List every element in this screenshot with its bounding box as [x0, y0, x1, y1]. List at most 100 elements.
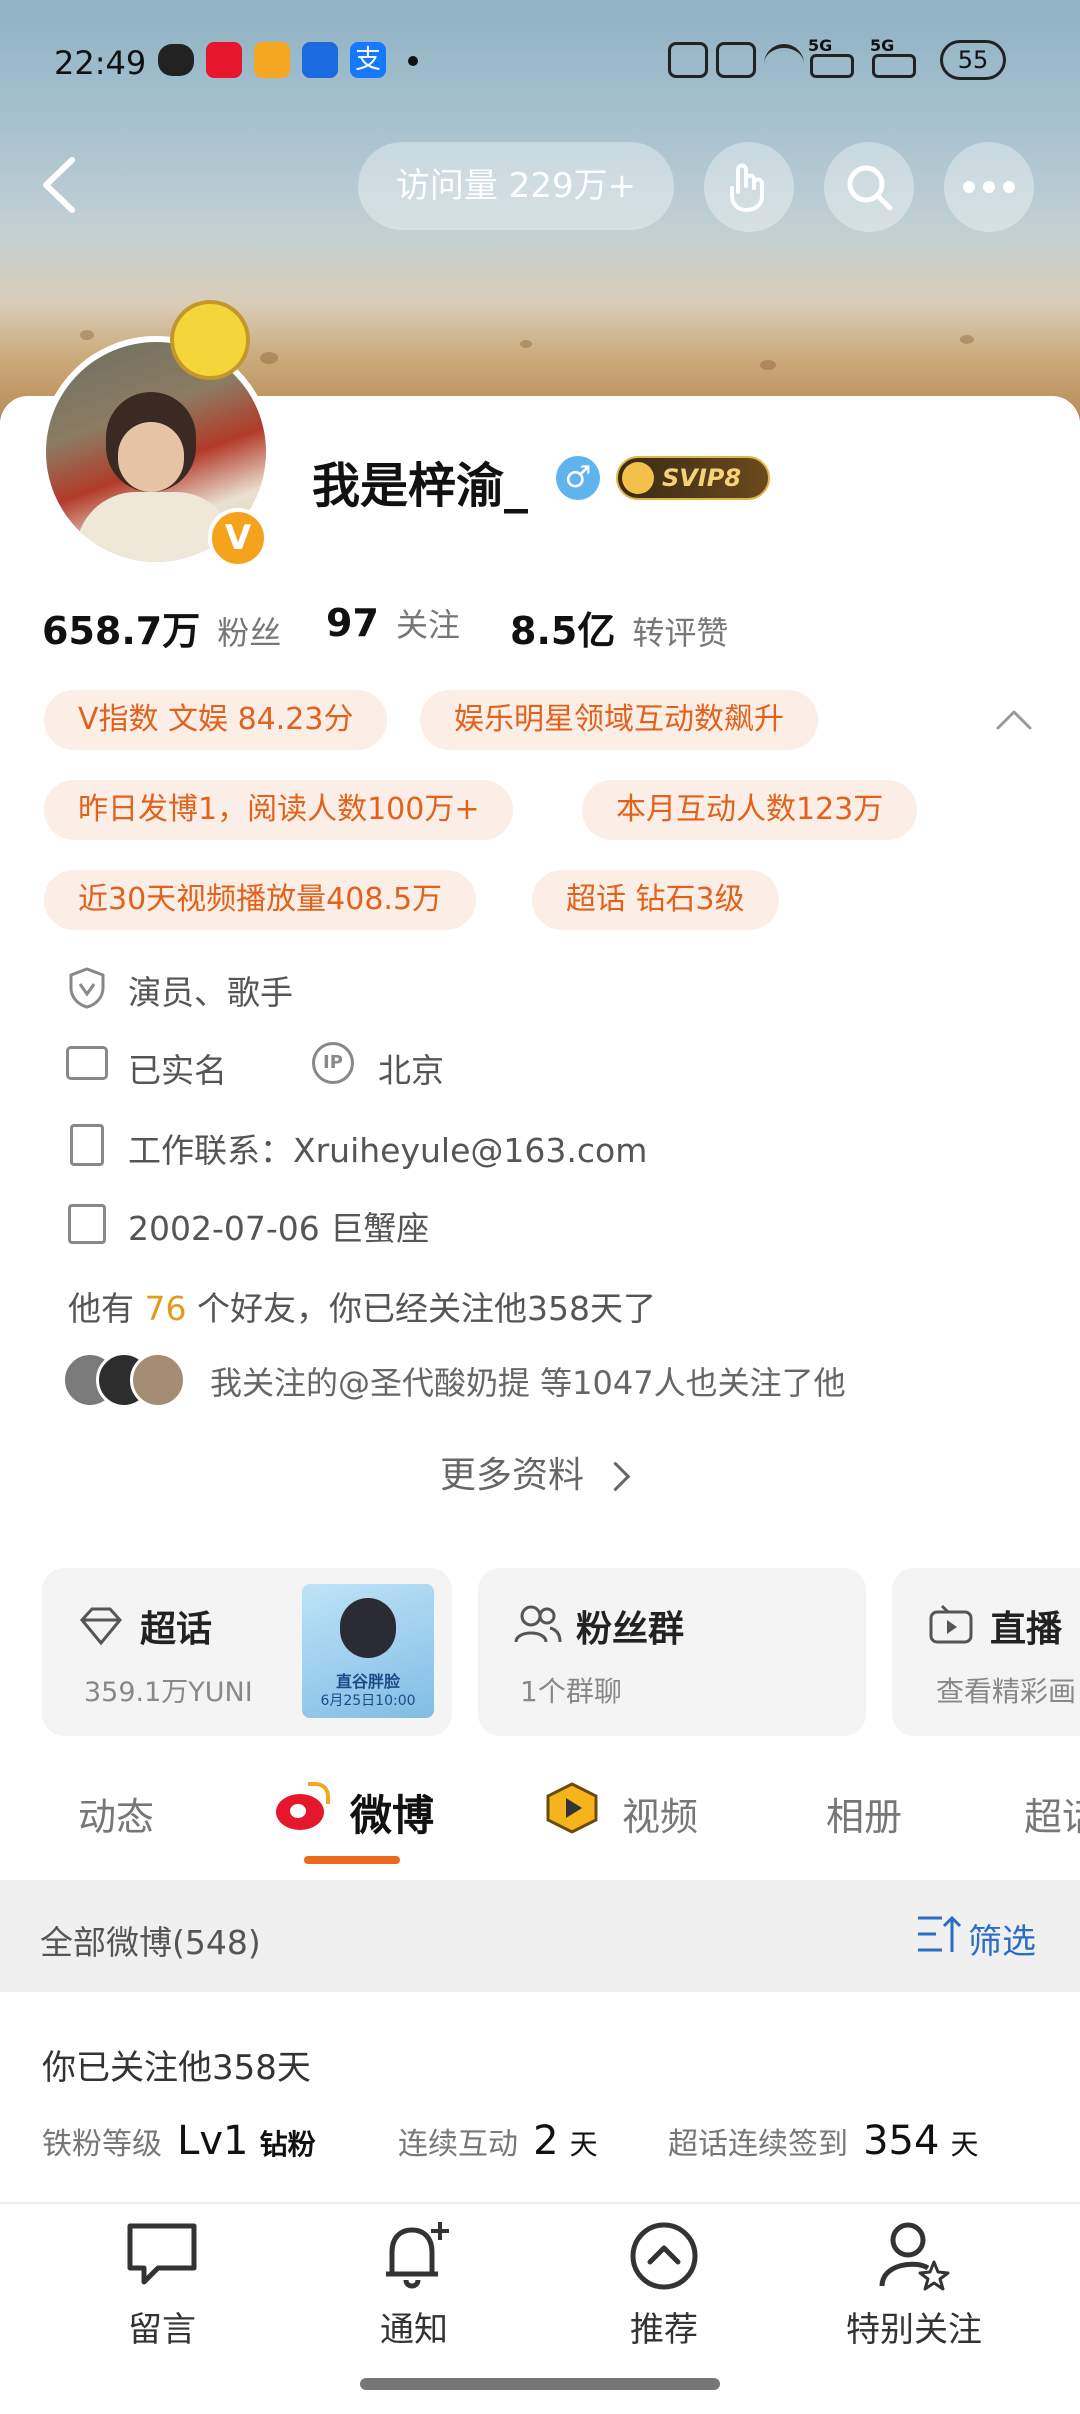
thumbnail-line1: 直谷胖脸: [335, 1672, 400, 1691]
nav-recommend-button[interactable]: 推荐: [564, 2216, 764, 2366]
stat-following[interactable]: 97 关注: [326, 600, 460, 650]
live-sub: 查看精彩画: [936, 1675, 1077, 1708]
supertopic-sub: 359.1万YUNI: [84, 1677, 253, 1708]
message-icon: [127, 2223, 197, 2285]
following-label: 关注: [395, 606, 460, 644]
crown-icon: [622, 462, 654, 494]
verified-badge-icon: V: [208, 508, 268, 568]
gender-symbol: ♂: [564, 460, 592, 495]
weibo-logo-icon: [272, 1782, 330, 1832]
wifi-icon: [764, 44, 804, 76]
supertopic-title: 超话: [140, 1609, 213, 1650]
tab-supertopic[interactable]: 超话: [1024, 1786, 1080, 1841]
contact-text[interactable]: 工作联系：Xruiheyule@163.com: [128, 1124, 647, 1172]
filter-icon[interactable]: [914, 1912, 962, 1956]
live-title: 直播: [990, 1609, 1063, 1650]
friends-summary[interactable]: 他有 76 个好友，你已经关注他358天了: [68, 1282, 656, 1330]
status-time: 22:49: [54, 44, 147, 82]
ip-location-text: 北京: [378, 1051, 444, 1090]
tab-album[interactable]: 相册: [826, 1786, 902, 1841]
birthday-text: 2002-07-06 巨蟹座: [128, 1209, 430, 1248]
home-indicator[interactable]: [360, 2378, 720, 2390]
fans-count: 658.7万: [42, 609, 201, 653]
nav-message-label: 留言: [128, 2310, 196, 2350]
id-card-icon: [66, 1046, 108, 1080]
verified-mark: V: [224, 518, 252, 558]
document-icon: [70, 1124, 104, 1166]
tab-video[interactable]: 视频: [622, 1786, 698, 1841]
avatar-decoration-icon: [170, 300, 250, 380]
interaction-unit: 天: [569, 2128, 598, 2161]
tag-interaction-rising[interactable]: 娱乐明星领域互动数飙升: [420, 690, 818, 750]
user-star-icon: [879, 2222, 950, 2291]
nav-special-follow-button[interactable]: 特别关注: [814, 2216, 1014, 2366]
poke-button[interactable]: [704, 142, 794, 232]
weibo-icon: [206, 42, 242, 78]
collapse-tags-icon[interactable]: [994, 704, 1034, 734]
tag-monthly-interaction[interactable]: 本月互动人数123万: [582, 780, 918, 840]
fan-level-row[interactable]: 铁粉等级 Lv1 钻粉: [42, 2118, 316, 2164]
network-label-2: 5G: [870, 36, 895, 55]
poke-hand-icon: [730, 163, 764, 212]
battery-level: 55: [957, 46, 989, 74]
stat-reposts-likes[interactable]: 8.5亿 转评赞: [510, 600, 729, 653]
profile-name: 我是梓渝_: [312, 458, 529, 514]
bell-plus-icon: [386, 2222, 449, 2289]
nav-notify-button[interactable]: 通知: [314, 2216, 514, 2366]
fan-level-value: Lv1: [177, 2118, 249, 2164]
svip-label: SVIP8: [662, 464, 742, 492]
search-button[interactable]: [824, 142, 914, 232]
tag-yesterday-posts[interactable]: 昨日发博1，阅读人数100万+: [44, 780, 514, 840]
search-icon: [847, 165, 893, 211]
occupation-shield-icon: [68, 966, 106, 1010]
likes-label: 转评赞: [632, 614, 729, 652]
interaction-label: 连续互动: [398, 2127, 518, 2162]
tv-icon: [929, 1604, 973, 1644]
interaction-value: 2: [533, 2118, 559, 2164]
fan-group-card[interactable]: 粉丝群 1个群聊: [478, 1568, 866, 1736]
likes-count: 8.5亿: [510, 609, 616, 653]
gender-male-icon: ♂: [556, 456, 600, 500]
friends-prefix: 他有: [68, 1289, 134, 1328]
more-info-link[interactable]: 更多资料: [440, 1446, 631, 1498]
tag-video-plays[interactable]: 近30天视频播放量408.5万: [44, 870, 477, 930]
checkin-value: 354: [863, 2118, 940, 2164]
all-posts-label[interactable]: 全部微博(548): [40, 1916, 261, 1964]
tab-weibo[interactable]: 微博: [350, 1782, 434, 1843]
chevron-right-icon: [601, 1461, 631, 1492]
svip-badge[interactable]: SVIP8: [616, 456, 770, 500]
network-label: 5G: [808, 36, 833, 55]
live-card[interactable]: 直播 查看精彩画: [892, 1568, 1080, 1736]
back-icon[interactable]: [36, 150, 84, 220]
tag-supertopic-level[interactable]: 超话 钻石3级: [532, 870, 779, 930]
calendar-icon: [68, 1204, 106, 1244]
thumbnail-line2: 6月25日10:00: [320, 1693, 416, 1709]
ip-location-icon: IP: [312, 1042, 354, 1084]
more-notifications-dot: [408, 56, 418, 66]
more-button[interactable]: [944, 142, 1034, 232]
stat-fans[interactable]: 658.7万 粉丝: [42, 600, 282, 653]
news-icon: [254, 42, 290, 78]
checkin-label: 超话连续签到: [668, 2127, 848, 2162]
alipay-icon: 支: [350, 42, 386, 78]
ip-badge-label: IP: [323, 1052, 343, 1073]
filter-button[interactable]: 筛选: [968, 1914, 1036, 1963]
app-icon: [302, 42, 338, 78]
visits-button[interactable]: 访问量 229万+: [358, 142, 674, 230]
mutual-followers-text[interactable]: 我关注的@圣代酸奶提 等1047人也关注了他: [210, 1358, 846, 1404]
nav-message-button[interactable]: 留言: [62, 2216, 262, 2366]
nav-notify-label: 通知: [380, 2310, 448, 2350]
tab-activity[interactable]: 动态: [78, 1786, 154, 1841]
fans-label: 粉丝: [217, 614, 282, 652]
wechat-icon: [158, 44, 194, 76]
realname-text: 已实名: [128, 1051, 227, 1090]
fan-group-sub: 1个群聊: [520, 1675, 622, 1708]
nav-recommend-label: 推荐: [630, 2310, 698, 2350]
supertopic-card[interactable]: 超话 359.1万YUNI 直谷胖脸 6月25日10:00: [42, 1568, 452, 1736]
signal-icon: [810, 54, 854, 78]
fan-level-label: 铁粉等级: [42, 2127, 162, 2162]
occupation-text: 演员、歌手: [128, 973, 293, 1012]
tag-v-index[interactable]: V指数 文娱 84.23分: [44, 690, 388, 750]
nfc-icon: [668, 42, 708, 78]
follow-days-text: 你已关注他358天: [42, 2048, 311, 2088]
